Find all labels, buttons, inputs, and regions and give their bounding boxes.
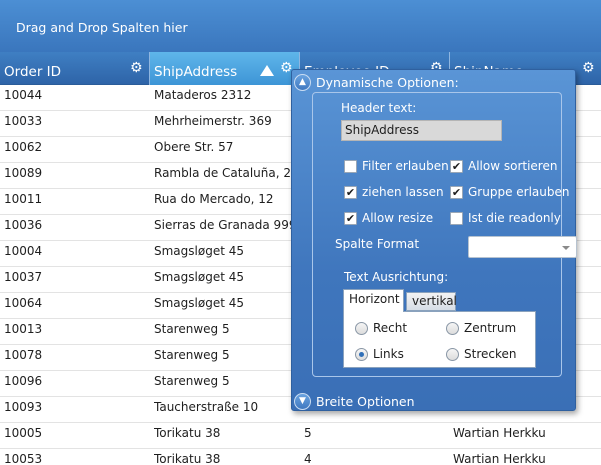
cell-ship-address: Starenweg 5: [154, 322, 230, 336]
cell-order-id: 10093: [4, 400, 43, 414]
cell-employee-id: 4: [304, 452, 312, 465]
chevron-up-icon[interactable]: ▲: [294, 74, 311, 91]
cell-order-id: 10036: [4, 218, 43, 232]
column-options-popup: ▲ Dynamische Optionen: Header text: Ship…: [291, 69, 577, 411]
column-header-order-id[interactable]: Order ID ⚙: [0, 52, 150, 85]
checkbox-label: Allow sortieren: [468, 159, 558, 173]
group-drop-panel[interactable]: Drag and Drop Spalten hier: [0, 0, 601, 52]
sort-ascending-icon: [260, 65, 274, 76]
column-header-ship-address[interactable]: ShipAddress ⚙: [150, 52, 300, 85]
cell-ship-address: Torikatu 38: [154, 452, 221, 465]
cell-ship-address: Obere Str. 57: [154, 140, 234, 154]
cell-ship-address: Smagsløget 45: [154, 270, 244, 284]
cell-ship-address: Mataderos 2312: [154, 88, 252, 102]
cell-ship-address: Starenweg 5: [154, 348, 230, 362]
tab-label: vertikal: [412, 294, 457, 308]
cell-order-id: 10062: [4, 140, 43, 154]
radio-label: Recht: [373, 321, 408, 335]
checkbox-box[interactable]: ✔: [344, 186, 357, 199]
width-options-title: Breite Optionen: [316, 394, 415, 409]
cell-ship-name: Wartian Herkku: [453, 452, 546, 465]
spalte-format-label: Spalte Format: [335, 237, 420, 251]
cell-ship-address: Rua do Mercado, 12: [154, 192, 274, 206]
checkbox-box[interactable]: ✔: [450, 160, 463, 173]
cell-order-id: 10013: [4, 322, 43, 336]
header-text-label: Header text:: [341, 101, 417, 115]
tab-vertikal[interactable]: vertikal: [406, 292, 457, 311]
cell-ship-name: Wartian Herkku: [453, 426, 546, 440]
radio-button[interactable]: [446, 348, 459, 361]
gear-icon[interactable]: ⚙: [582, 61, 596, 75]
cell-ship-address: Smagsløget 45: [154, 296, 244, 310]
header-text-input[interactable]: ShipAddress: [341, 120, 502, 141]
radio-label: Strecken: [464, 347, 517, 361]
cell-ship-address: Sierras de Granada 9993: [154, 218, 294, 232]
checkbox-label: ziehen lassen: [362, 185, 444, 199]
checkbox-label: Ist die readonly: [468, 211, 561, 225]
spalte-format-select[interactable]: [468, 236, 577, 258]
gear-icon[interactable]: ⚙: [130, 61, 144, 75]
radio-button[interactable]: [446, 322, 459, 335]
group-drop-hint: Drag and Drop Spalten hier: [16, 20, 188, 35]
checkbox-label: Allow resize: [362, 211, 434, 225]
cell-order-id: 10078: [4, 348, 43, 362]
cell-order-id: 10037: [4, 270, 43, 284]
cell-order-id: 10004: [4, 244, 43, 258]
cell-order-id: 10005: [4, 426, 43, 440]
checkbox-label: Gruppe erlauben: [468, 185, 570, 199]
radio-label: Zentrum: [464, 321, 517, 335]
chevron-down-icon[interactable]: ▼: [294, 393, 311, 410]
cell-ship-address: Rambla de Cataluña, 23: [154, 166, 294, 180]
cell-ship-address: Starenweg 5: [154, 374, 230, 388]
table-row[interactable]: 10053 Torikatu 38 4 Wartian Herkku: [0, 449, 601, 465]
chevron-down-icon: [562, 246, 570, 250]
text-ausrichtung-label: Text Ausrichtung:: [344, 270, 449, 284]
cell-order-id: 10044: [4, 88, 43, 102]
cell-order-id: 10089: [4, 166, 43, 180]
cell-order-id: 10033: [4, 114, 43, 128]
checkbox-label: Filter erlauben: [362, 159, 449, 173]
cell-employee-id: 5: [304, 426, 312, 440]
radio-button[interactable]: [355, 348, 368, 361]
checkbox-box[interactable]: [450, 212, 463, 225]
cell-order-id: 10096: [4, 374, 43, 388]
cell-ship-address: Mehrheimerstr. 369: [154, 114, 272, 128]
radio-label: Links: [373, 347, 404, 361]
dynamic-options-title: Dynamische Optionen:: [316, 75, 459, 90]
column-header-label: ShipAddress: [154, 64, 238, 80]
cell-ship-address: Taucherstraße 10: [154, 400, 259, 414]
checkbox-box[interactable]: ✔: [344, 212, 357, 225]
cell-ship-address: Smagsløget 45: [154, 244, 244, 258]
radio-button[interactable]: [355, 322, 368, 335]
column-header-label: Order ID: [4, 64, 62, 80]
cell-order-id: 10053: [4, 452, 43, 465]
tab-label: Horizont: [349, 292, 400, 306]
cell-order-id: 10064: [4, 296, 43, 310]
table-row[interactable]: 10005 Torikatu 38 5 Wartian Herkku: [0, 423, 601, 449]
cell-ship-address: Torikatu 38: [154, 426, 221, 440]
horizont-tab-panel: Recht Zentrum Links Strecken: [343, 311, 536, 368]
tab-horizont[interactable]: Horizont: [343, 289, 404, 312]
checkbox-box[interactable]: ✔: [450, 186, 463, 199]
checkbox-box[interactable]: [344, 160, 357, 173]
cell-order-id: 10011: [4, 192, 43, 206]
